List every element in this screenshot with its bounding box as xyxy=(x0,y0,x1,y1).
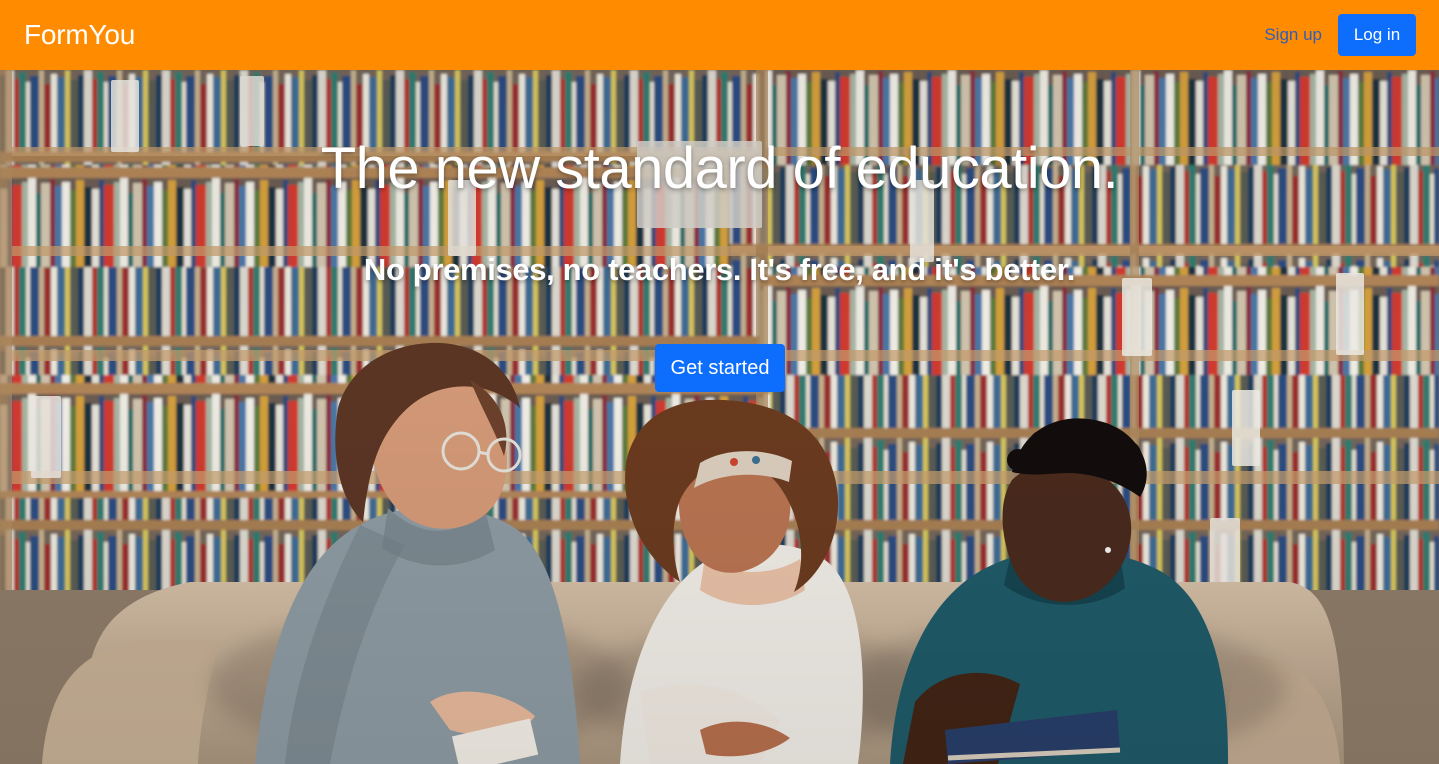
hero-subtitle: No premises, no teachers. It's free, and… xyxy=(363,252,1076,287)
sign-up-link[interactable]: Sign up xyxy=(1264,25,1322,45)
brand-logo[interactable]: FormYou xyxy=(24,18,135,52)
log-in-button[interactable]: Log in xyxy=(1338,14,1416,56)
get-started-button[interactable]: Get started xyxy=(655,344,785,392)
navbar-actions: Sign up Log in xyxy=(1264,14,1416,56)
hero-section: The new standard of education. No premis… xyxy=(0,70,1439,764)
hero-title: The new standard of education. xyxy=(320,136,1119,201)
top-navbar: FormYou Sign up Log in xyxy=(0,0,1439,70)
